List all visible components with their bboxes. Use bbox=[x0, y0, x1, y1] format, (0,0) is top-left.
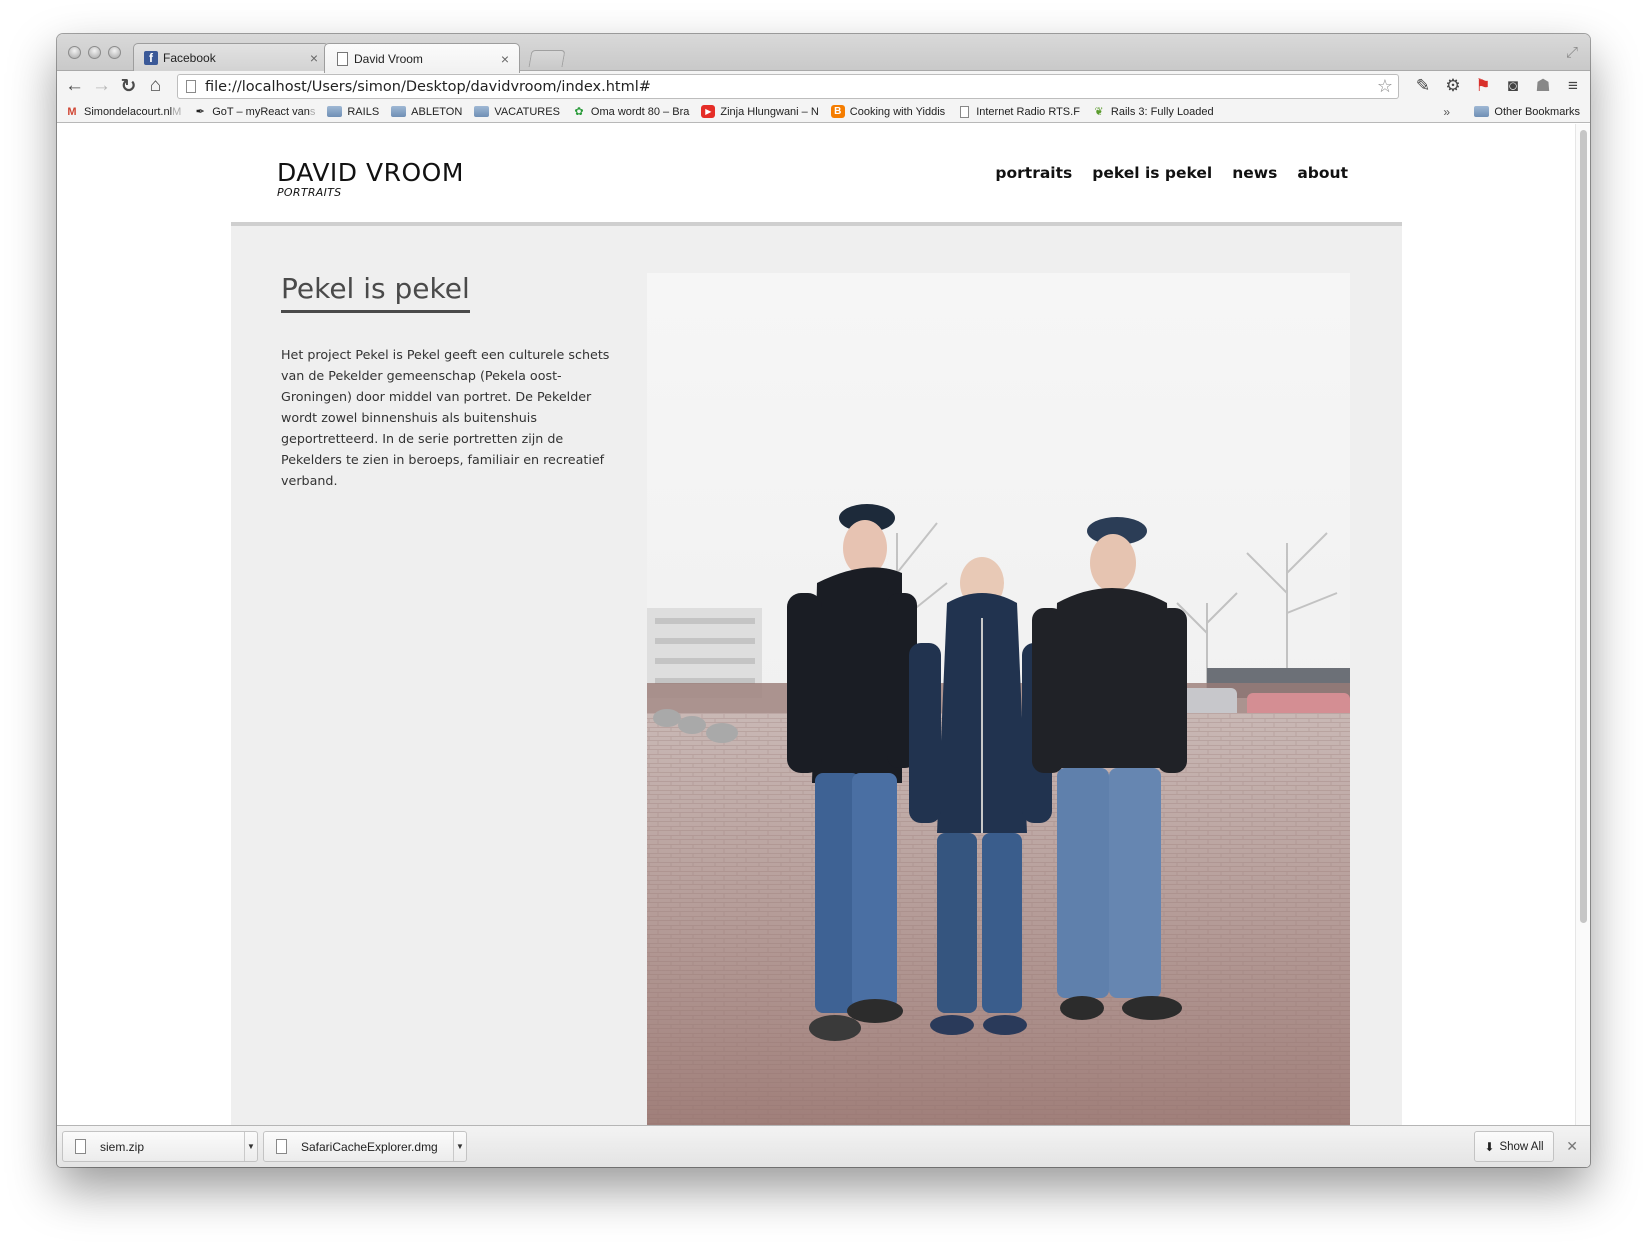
minimize-window-button[interactable] bbox=[88, 46, 101, 59]
download-filename: siem.zip bbox=[100, 1139, 145, 1154]
download-item[interactable]: SafariCacheExplorer.dmg ▼ bbox=[263, 1131, 467, 1162]
download-item[interactable]: siem.zip ▼ bbox=[62, 1131, 258, 1162]
folder-icon bbox=[391, 106, 407, 117]
bookmark-item[interactable]: ✒ GoT – myReact van s bbox=[193, 105, 316, 119]
toolbar: ← → ↻ ⌂ ☆ ✎ ⚙ ⚑ ◙ ☗ ≡ bbox=[57, 71, 1590, 101]
bookmark-item[interactable]: Internet Radio RTS.F bbox=[957, 105, 1080, 118]
site-header: DAVID VROOM PORTRAITS portraits pekel is… bbox=[231, 124, 1402, 226]
nav-link-news[interactable]: news bbox=[1232, 164, 1277, 182]
bookmark-folder[interactable]: ABLETON bbox=[391, 106, 462, 118]
feather-icon: ✒ bbox=[195, 106, 205, 118]
folder-icon bbox=[1474, 106, 1490, 117]
youtube-icon: ▶ bbox=[701, 105, 716, 118]
bookmark-folder[interactable]: VACATURES bbox=[474, 106, 560, 118]
fullscreen-icon[interactable]: ⤢ bbox=[1566, 44, 1578, 61]
flag-extension-icon[interactable]: ⚑ bbox=[1472, 74, 1494, 98]
zoom-window-button[interactable] bbox=[108, 46, 121, 59]
site-logo-subtitle: PORTRAITS bbox=[277, 186, 342, 199]
nav-link-about[interactable]: about bbox=[1297, 164, 1348, 182]
tab-david-vroom[interactable]: David Vroom × bbox=[324, 43, 520, 73]
bookmark-item[interactable]: M Simondelacourt.nl M bbox=[65, 105, 181, 118]
dmg-file-icon bbox=[276, 1139, 287, 1154]
reload-icon[interactable]: ↻ bbox=[115, 73, 142, 99]
url-input[interactable] bbox=[205, 78, 1372, 95]
ghost-extension-icon[interactable]: ☗ bbox=[1532, 74, 1554, 98]
gear-icon[interactable]: ⚙ bbox=[1442, 74, 1464, 98]
incognito-glasses-icon[interactable]: ◙ bbox=[1502, 74, 1524, 98]
close-shelf-icon[interactable]: ✕ bbox=[1566, 1138, 1578, 1155]
site-container: DAVID VROOM PORTRAITS portraits pekel is… bbox=[231, 124, 1402, 1125]
window-controls bbox=[68, 46, 121, 59]
document-icon bbox=[335, 51, 349, 66]
address-bar[interactable]: ☆ bbox=[177, 74, 1399, 99]
close-window-button[interactable] bbox=[68, 46, 81, 59]
section-description: Het project Pekel is Pekel geeft een cul… bbox=[281, 347, 610, 488]
page-viewport: DAVID VROOM PORTRAITS portraits pekel is… bbox=[57, 124, 1590, 1125]
zip-file-icon bbox=[75, 1139, 86, 1154]
tab-strip: f Facebook × David Vroom × ⤢ bbox=[57, 34, 1590, 73]
scrollbar-thumb[interactable] bbox=[1580, 130, 1587, 923]
browser-window: f Facebook × David Vroom × ⤢ ← → ↻ ⌂ ☆ ✎… bbox=[57, 34, 1590, 1167]
download-filename: SafariCacheExplorer.dmg bbox=[301, 1139, 438, 1154]
document-icon bbox=[957, 105, 971, 118]
home-icon[interactable]: ⌂ bbox=[142, 73, 169, 99]
bookmark-item[interactable]: ❦ Rails 3: Fully Loaded bbox=[1092, 105, 1213, 119]
vertical-scrollbar[interactable] bbox=[1575, 124, 1590, 1125]
site-nav: portraits pekel is pekel news about bbox=[995, 164, 1348, 182]
bookmark-star-icon[interactable]: ☆ bbox=[1372, 76, 1398, 97]
forward-arrow-icon[interactable]: → bbox=[88, 73, 115, 99]
back-arrow-icon[interactable]: ← bbox=[61, 73, 88, 99]
page-icon bbox=[186, 80, 196, 93]
folder-icon bbox=[474, 106, 490, 117]
section-title: Pekel is pekel bbox=[281, 272, 470, 313]
folder-icon bbox=[327, 106, 343, 117]
show-all-downloads-button[interactable]: ⬇ Show All bbox=[1474, 1131, 1554, 1162]
tab-title: David Vroom bbox=[354, 51, 423, 66]
new-tab-button[interactable] bbox=[528, 50, 566, 67]
tab-close-icon[interactable]: × bbox=[501, 51, 509, 67]
download-arrow-icon: ⬇ bbox=[1484, 1139, 1495, 1154]
nav-link-portraits[interactable]: portraits bbox=[995, 164, 1072, 182]
tab-facebook[interactable]: f Facebook × bbox=[133, 43, 329, 72]
evernote-icon: ❦ bbox=[1094, 106, 1104, 118]
wrench-extension-icon[interactable]: ✎ bbox=[1412, 74, 1434, 98]
menu-icon[interactable]: ≡ bbox=[1562, 74, 1584, 98]
bookmark-folder[interactable]: RAILS bbox=[327, 106, 379, 118]
facebook-icon: f bbox=[144, 51, 158, 65]
bookmark-item[interactable]: ✿ Oma wordt 80 – Bra bbox=[572, 105, 689, 119]
other-bookmarks-folder[interactable]: Other Bookmarks bbox=[1474, 106, 1580, 118]
portrait-photo-image bbox=[647, 273, 1350, 1125]
blogger-icon: B bbox=[830, 105, 845, 118]
show-all-label: Show All bbox=[1499, 1140, 1544, 1153]
download-menu-arrow-icon[interactable]: ▼ bbox=[244, 1132, 257, 1161]
extension-icons: ✎ ⚙ ⚑ ◙ ☗ ≡ bbox=[1412, 74, 1584, 98]
download-menu-arrow-icon[interactable]: ▼ bbox=[453, 1132, 466, 1161]
bookmark-item[interactable]: B Cooking with Yiddis bbox=[830, 105, 945, 118]
picasa-icon: ✿ bbox=[574, 106, 584, 118]
gmail-icon: M bbox=[67, 105, 77, 118]
download-shelf: siem.zip ▼ SafariCacheExplorer.dmg ▼ ⬇ S… bbox=[57, 1125, 1590, 1167]
bookmarks-bar: M Simondelacourt.nl M ✒ GoT – myReact va… bbox=[57, 101, 1590, 123]
bookmarks-overflow-chevron-icon[interactable]: » bbox=[1443, 105, 1450, 119]
site-logo-title[interactable]: DAVID VROOM bbox=[277, 158, 464, 187]
nav-link-pekel-is-pekel[interactable]: pekel is pekel bbox=[1092, 164, 1212, 182]
other-bookmarks-label: Other Bookmarks bbox=[1494, 105, 1580, 118]
tab-close-icon[interactable]: × bbox=[310, 50, 318, 66]
portrait-photo bbox=[647, 273, 1350, 1125]
bookmark-item[interactable]: ▶ Zinja Hlungwani – N bbox=[701, 105, 819, 118]
tab-title: Facebook bbox=[163, 51, 216, 65]
